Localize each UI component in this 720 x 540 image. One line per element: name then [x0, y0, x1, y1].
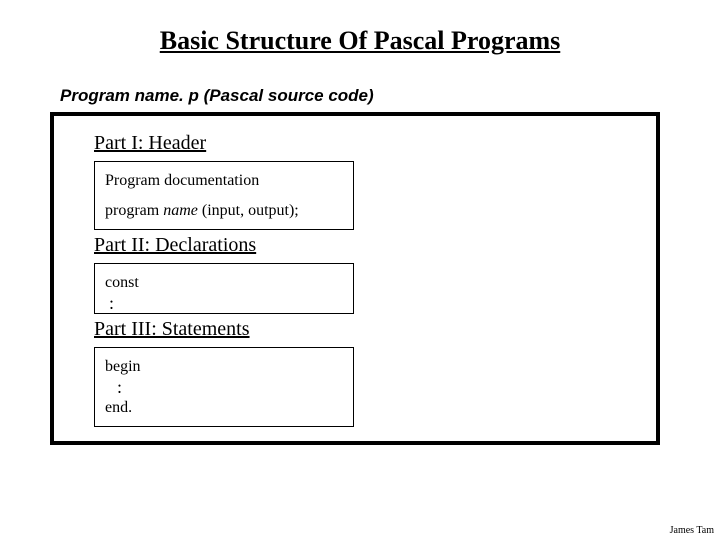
part3-begin: begin [105, 358, 141, 375]
part1-syntax: program name (input, output); [105, 202, 299, 219]
part3-vdots: : [105, 384, 343, 391]
part1-doc-text: Program documentation [105, 172, 259, 189]
part2-vdots: : [105, 300, 343, 307]
source-file-label: Program name. p (Pascal source code) [60, 86, 670, 106]
part3-heading: Part III: Statements [94, 318, 634, 341]
part2-box: const : [94, 263, 354, 314]
part1-post: (input, output); [198, 202, 299, 219]
page-title: Basic Structure Of Pascal Programs [50, 26, 670, 56]
part2-const: const [105, 274, 139, 291]
part3-end: end. [105, 399, 132, 416]
slide: Basic Structure Of Pascal Programs Progr… [0, 0, 720, 540]
footer-author: James Tam [670, 525, 714, 536]
part1-box: Program documentation program name (inpu… [94, 161, 354, 230]
part1-name: name [163, 202, 198, 219]
part1-kw: program [105, 202, 163, 219]
part3-box: begin : end. [94, 347, 354, 427]
part1-heading: Part I: Header [94, 132, 634, 155]
program-structure-box: Part I: Header Program documentation pro… [50, 112, 660, 445]
part2-heading: Part II: Declarations [94, 234, 634, 257]
